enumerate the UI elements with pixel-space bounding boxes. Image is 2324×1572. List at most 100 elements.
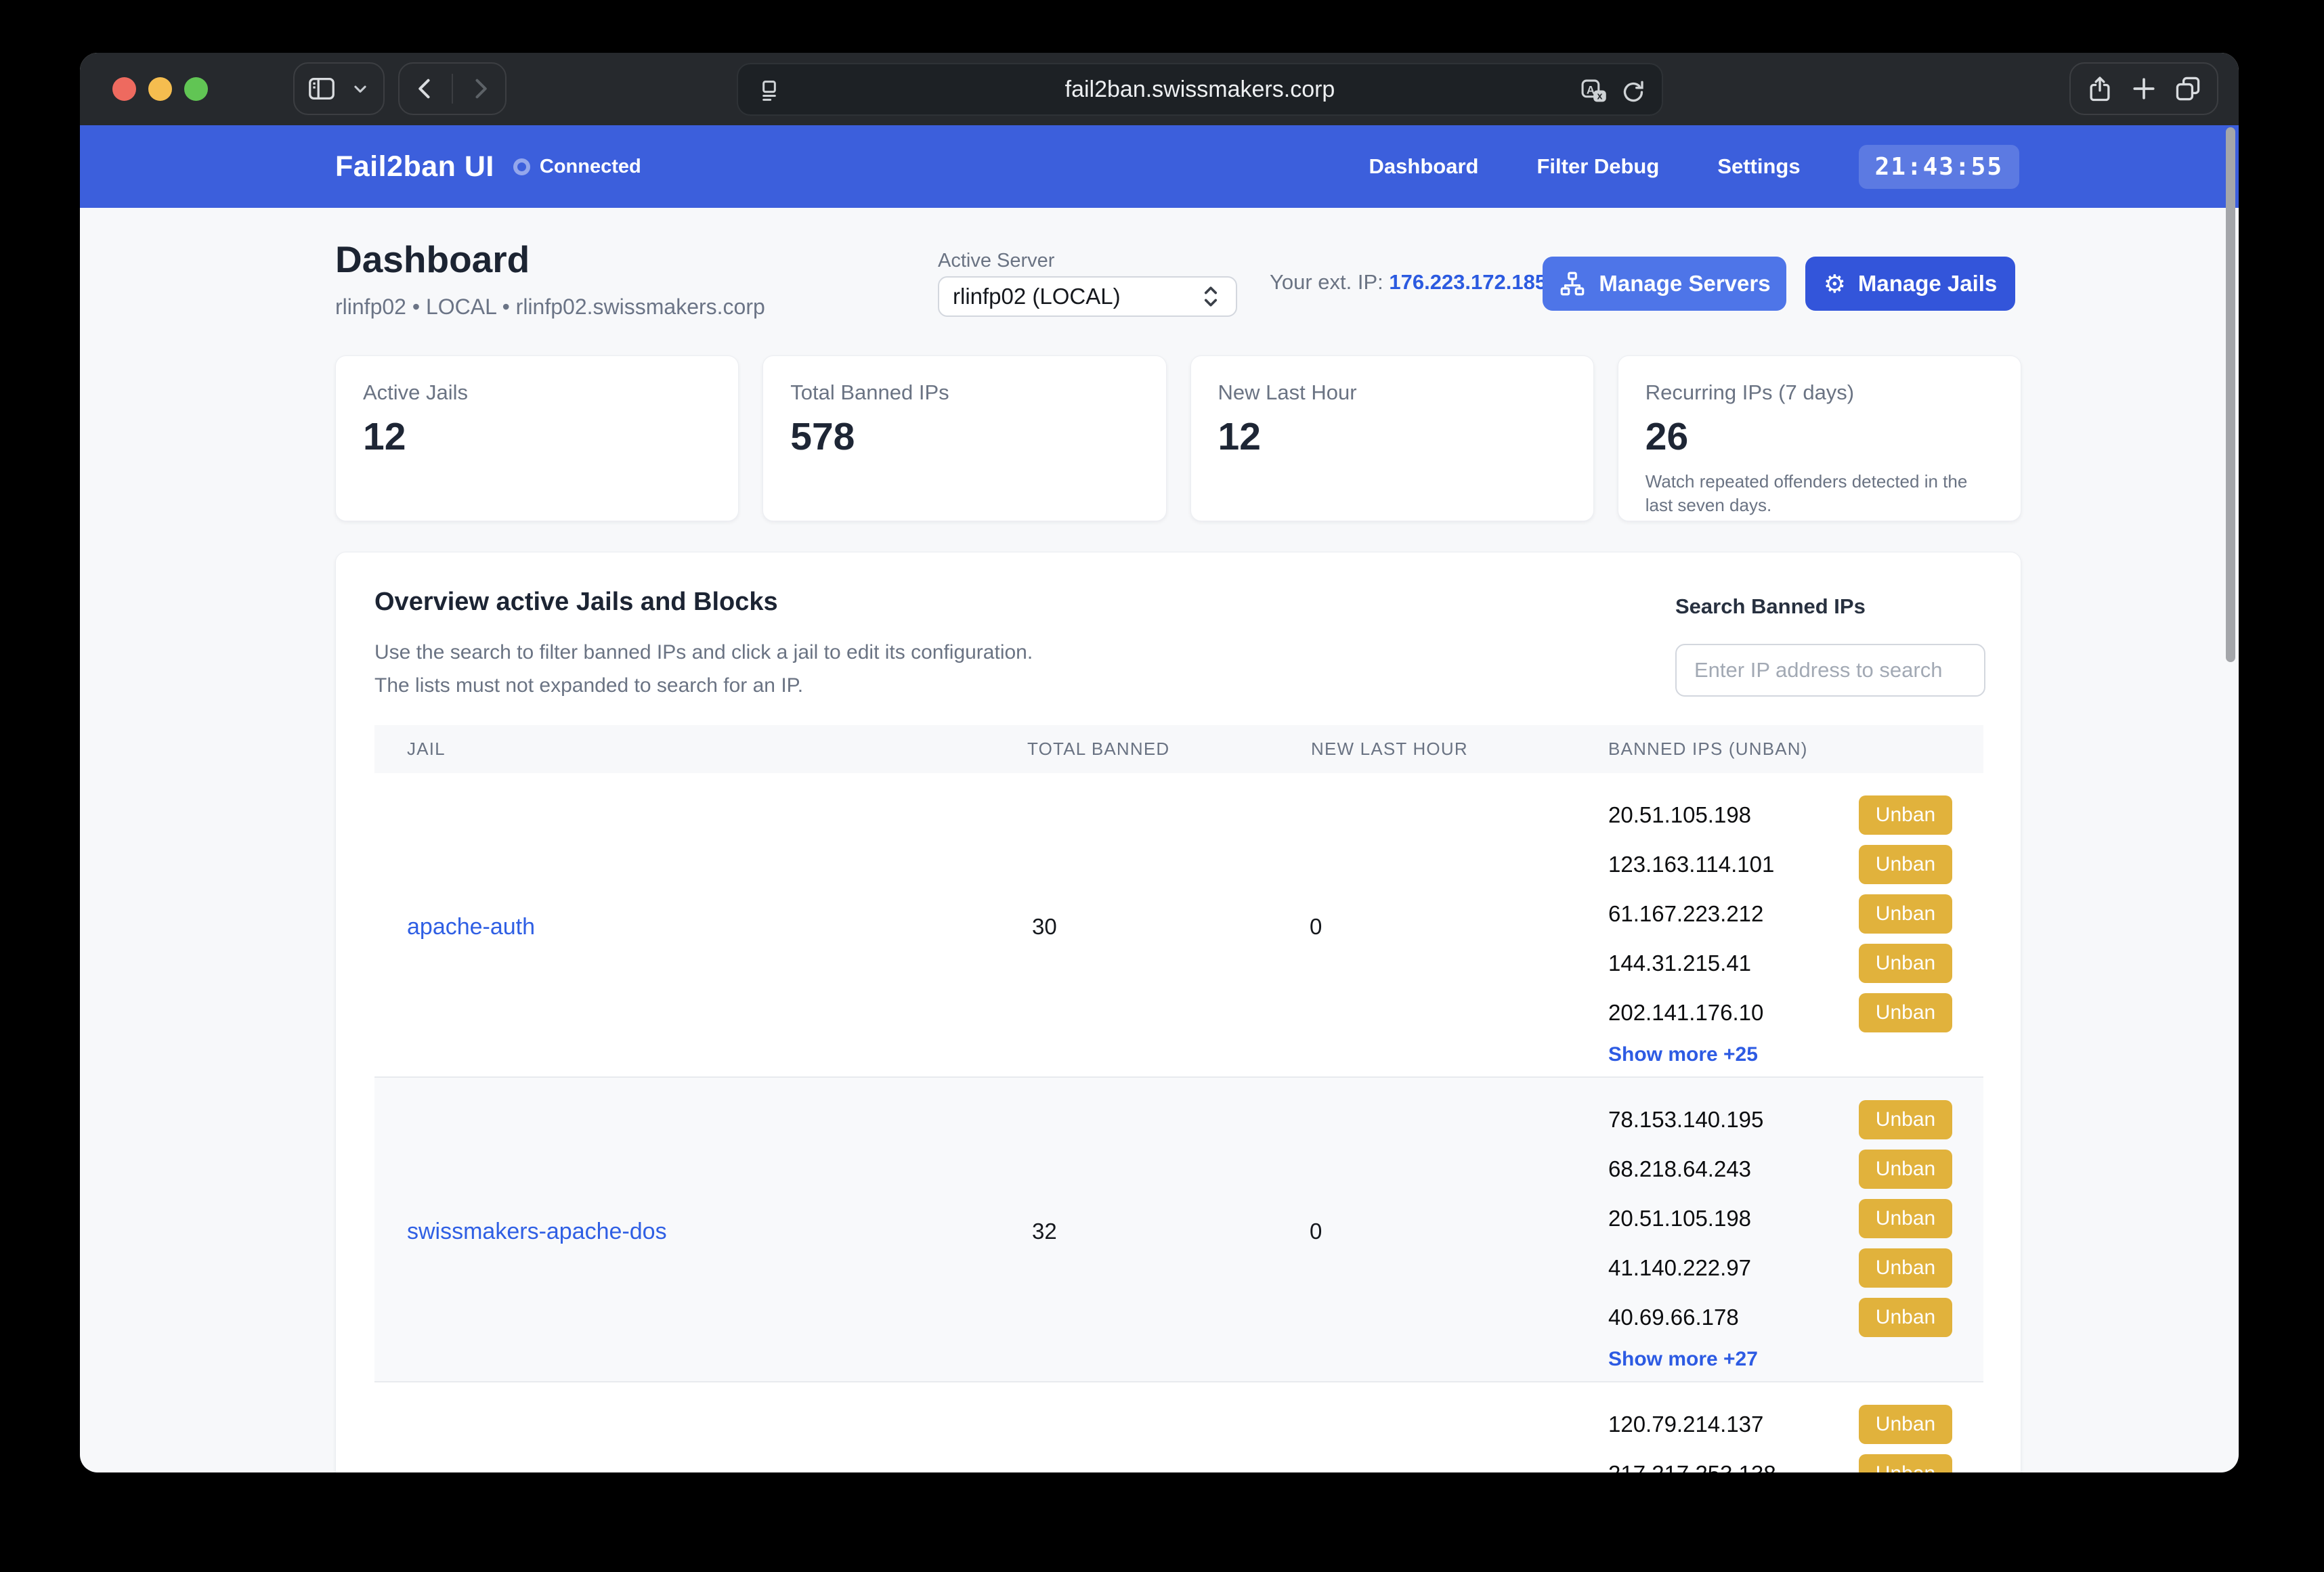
unban-button[interactable]: Unban — [1859, 993, 1952, 1032]
connection-status: Connected — [540, 156, 641, 178]
app-navbar: Fail2ban UI Connected Dashboard Filter D… — [80, 125, 2239, 208]
unban-button[interactable]: Unban — [1859, 1199, 1952, 1238]
external-ip: Your ext. IP: 176.223.172.185 — [1270, 270, 1547, 294]
active-server-value: rlinfp02 (LOCAL) — [953, 284, 1121, 309]
overview-panel: Overview active Jails and Blocks Use the… — [335, 552, 2021, 1472]
manage-servers-button[interactable]: Manage Servers — [1543, 257, 1786, 311]
banned-ip: 41.140.222.97 — [1608, 1255, 1751, 1281]
external-ip-value: 176.223.172.185 — [1389, 270, 1547, 294]
banned-ip: 20.51.105.198 — [1608, 1206, 1751, 1231]
scrollbar-thumb[interactable] — [2226, 127, 2235, 662]
banned-ip: 120.79.214.137 — [1608, 1412, 1763, 1437]
sitemap-icon — [1558, 269, 1587, 298]
total-banned-value: 32 — [1032, 1219, 1057, 1244]
page-title: Dashboard — [335, 238, 530, 281]
address-bar[interactable]: fail2ban.swissmakers.corp A x — [737, 63, 1663, 116]
stat-label: Recurring IPs (7 days) — [1645, 380, 1994, 405]
search-input[interactable] — [1675, 644, 1985, 697]
tab-overview-icon[interactable] — [2173, 74, 2203, 104]
clock-badge: 21:43:55 — [1859, 145, 2019, 189]
table-row: 120.79.214.137 Unban 217.217.253.138 Unb… — [374, 1382, 1983, 1472]
select-stepper-icon — [1199, 283, 1222, 310]
stat-card-total-banned: Total Banned IPs 578 — [762, 355, 1166, 521]
server-breadcrumb: rlinfp02 • LOCAL • rlinfp02.swissmakers.… — [335, 294, 765, 320]
nav-settings[interactable]: Settings — [1717, 154, 1800, 179]
stat-label: New Last Hour — [1218, 380, 1566, 405]
back-button[interactable] — [412, 74, 440, 103]
banned-ip: 78.153.140.195 — [1608, 1107, 1763, 1133]
reload-icon[interactable] — [1620, 79, 1647, 106]
divider — [452, 74, 453, 104]
translate-icon[interactable]: A x — [1579, 77, 1609, 107]
active-server-label: Active Server — [938, 250, 1054, 272]
column-header-jail: JAIL — [407, 725, 446, 773]
banned-ip: 202.141.176.10 — [1608, 1000, 1763, 1026]
table-row: apache-auth 30 0 20.51.105.198 Unban 123… — [374, 773, 1983, 1078]
overview-description-2: The lists must not expanded to search fo… — [374, 674, 803, 697]
manage-jails-button[interactable]: ⚙ Manage Jails — [1805, 257, 2015, 311]
unban-button[interactable]: Unban — [1859, 1100, 1952, 1139]
unban-button[interactable]: Unban — [1859, 944, 1952, 983]
unban-button[interactable]: Unban — [1859, 1298, 1952, 1337]
stat-value: 12 — [363, 414, 711, 459]
toolbar-right-group — [2069, 62, 2218, 115]
browser-toolbar: fail2ban.swissmakers.corp A x — [80, 53, 2239, 125]
forward-button[interactable] — [465, 74, 494, 103]
dashboard-page: Dashboard rlinfp02 • LOCAL • rlinfp02.sw… — [80, 208, 2239, 1472]
manage-jails-label: Manage Jails — [1858, 271, 1997, 297]
traffic-lights — [112, 77, 208, 101]
banned-ip: 61.167.223.212 — [1608, 901, 1763, 927]
zoom-button[interactable] — [184, 77, 208, 101]
unban-button[interactable]: Unban — [1859, 1248, 1952, 1288]
overview-description-1: Use the search to filter banned IPs and … — [374, 641, 1033, 664]
new-last-hour-value: 0 — [1310, 1219, 1322, 1244]
stat-cards: Active Jails 12 Total Banned IPs 578 New… — [335, 355, 2021, 521]
unban-button[interactable]: Unban — [1859, 1405, 1952, 1444]
unban-button[interactable]: Unban — [1859, 1454, 1952, 1472]
show-more-link[interactable]: Show more +25 — [1608, 1043, 1758, 1066]
banned-ip: 217.217.253.138 — [1608, 1461, 1776, 1472]
stat-label: Total Banned IPs — [790, 380, 1138, 405]
stat-value: 578 — [790, 414, 1138, 459]
nav-filter-debug[interactable]: Filter Debug — [1536, 154, 1659, 179]
stat-value: 26 — [1645, 414, 1994, 459]
active-server-select[interactable]: rlinfp02 (LOCAL) — [938, 276, 1237, 317]
app-title: Fail2ban UI — [335, 150, 494, 183]
unban-button[interactable]: Unban — [1859, 795, 1952, 835]
new-tab-icon[interactable] — [2129, 74, 2159, 104]
column-header-banned-ips: BANNED IPS (UNBAN) — [1608, 725, 1808, 773]
history-nav — [398, 62, 507, 115]
total-banned-value: 30 — [1032, 914, 1057, 940]
jail-link-swissmakers-apache-dos[interactable]: swissmakers-apache-dos — [407, 1219, 667, 1245]
close-button[interactable] — [112, 77, 136, 101]
stat-label: Active Jails — [363, 380, 711, 405]
column-header-total-banned: TOTAL BANNED — [1027, 725, 1169, 773]
new-last-hour-value: 0 — [1310, 914, 1322, 940]
page-format-icon[interactable] — [756, 77, 783, 104]
banned-ip: 20.51.105.198 — [1608, 802, 1751, 828]
browser-window: fail2ban.swissmakers.corp A x — [80, 53, 2239, 1472]
overview-title: Overview active Jails and Blocks — [374, 588, 778, 617]
nav-dashboard[interactable]: Dashboard — [1369, 154, 1479, 179]
unban-button[interactable]: Unban — [1859, 845, 1952, 884]
jail-link-apache-auth[interactable]: apache-auth — [407, 914, 535, 940]
manage-servers-label: Manage Servers — [1599, 271, 1770, 297]
banned-ip: 40.69.66.178 — [1608, 1305, 1739, 1330]
stat-card-recurring-ips: Recurring IPs (7 days) 26 Watch repeated… — [1618, 355, 2021, 521]
svg-text:x: x — [1597, 91, 1602, 102]
unban-button[interactable]: Unban — [1859, 894, 1952, 934]
show-more-link[interactable]: Show more +27 — [1608, 1348, 1758, 1371]
stat-value: 12 — [1218, 414, 1566, 459]
table-header-row: JAIL TOTAL BANNED NEW LAST HOUR BANNED I… — [374, 725, 1983, 773]
share-icon[interactable] — [2085, 74, 2115, 104]
column-header-new-last-hour: NEW LAST HOUR — [1311, 725, 1468, 773]
gear-icon: ⚙ — [1824, 271, 1846, 297]
minimize-button[interactable] — [148, 77, 172, 101]
url-text: fail2ban.swissmakers.corp — [1065, 77, 1335, 103]
sidebar-toggle[interactable] — [293, 62, 385, 115]
stat-card-active-jails: Active Jails 12 — [335, 355, 739, 521]
chevron-down-icon — [349, 77, 372, 100]
connected-status-icon — [513, 158, 530, 175]
unban-button[interactable]: Unban — [1859, 1150, 1952, 1189]
banned-ip: 68.218.64.243 — [1608, 1156, 1751, 1182]
